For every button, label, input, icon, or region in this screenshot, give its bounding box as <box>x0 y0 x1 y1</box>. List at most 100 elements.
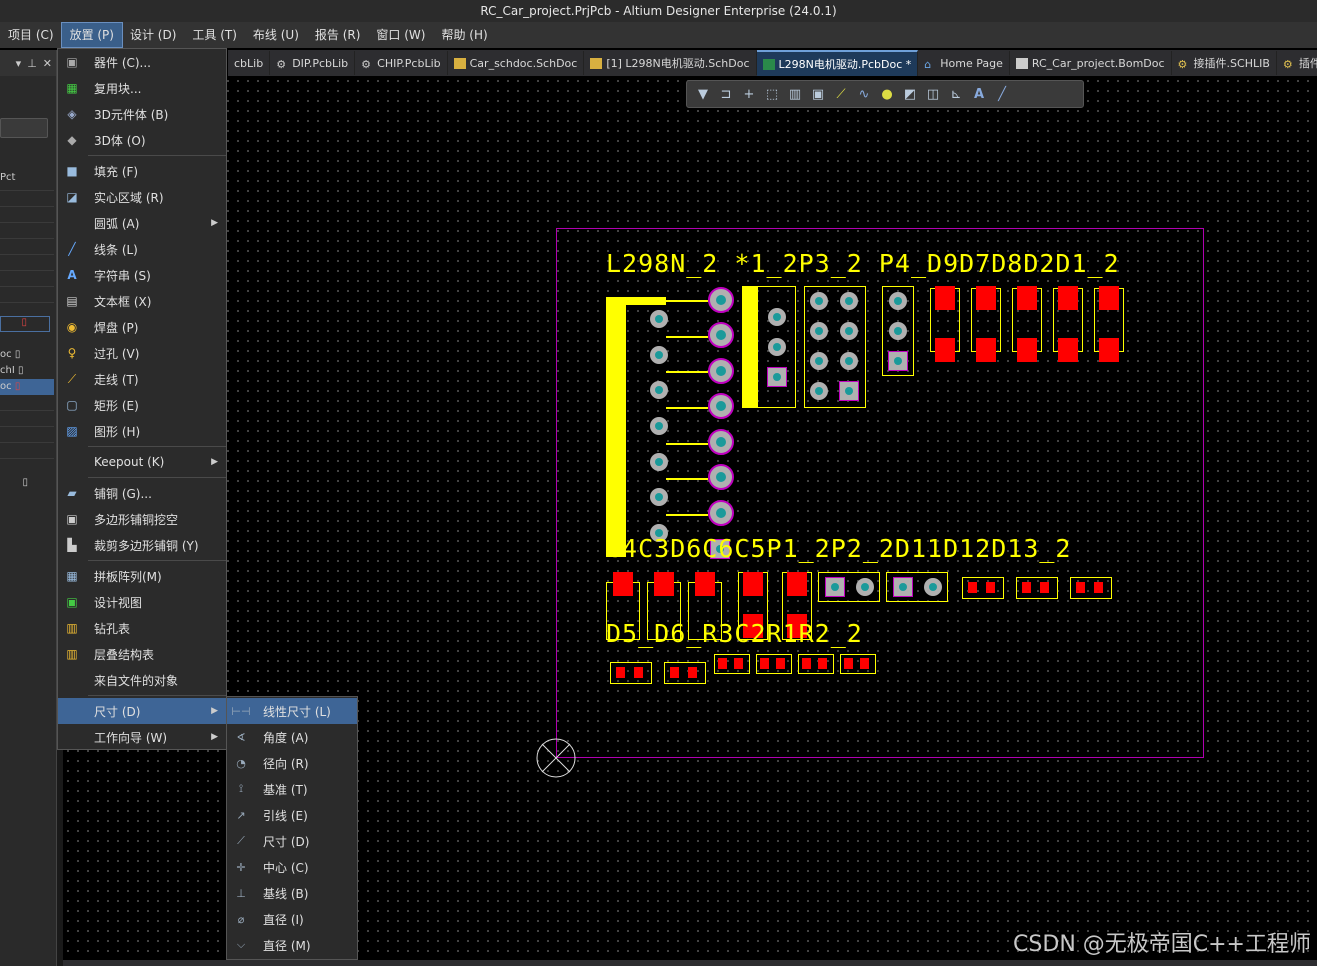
p3-pin[interactable] <box>810 292 828 310</box>
p3-pin[interactable] <box>810 352 828 370</box>
diode-pad[interactable] <box>1058 338 1078 362</box>
p1-pin-1[interactable] <box>825 577 845 597</box>
via-icon[interactable]: ● <box>877 84 897 104</box>
l298n-pin[interactable] <box>708 322 734 348</box>
diode-pad[interactable] <box>935 286 955 310</box>
diode-pad[interactable] <box>1017 338 1037 362</box>
menu-item-drill-table[interactable]: ▥ 钻孔表 <box>58 615 226 641</box>
tab-l298n-schdoc[interactable]: [1] L298N电机驱动.SchDoc <box>584 51 757 75</box>
crosshair-icon[interactable]: + <box>739 84 759 104</box>
menu-item-fill[interactable]: ■ 填充 (F) <box>58 158 226 184</box>
menu-route[interactable]: 布线 (U) <box>245 23 307 47</box>
p4-pin[interactable] <box>889 322 907 340</box>
submenu-item-radial[interactable]: ◔ 径向 (R) <box>227 750 357 776</box>
l298n-pin[interactable] <box>708 464 734 490</box>
submenu-item-datum[interactable]: ⟟ 基准 (T) <box>227 776 357 802</box>
l298n-pin[interactable] <box>708 429 734 455</box>
led-pad[interactable] <box>634 667 643 678</box>
menu-item-textbox[interactable]: ▤ 文本框 (X) <box>58 288 226 314</box>
submenu-item-baseline[interactable]: ⊥ 基线 (B) <box>227 880 357 906</box>
p3-pin[interactable] <box>840 322 858 340</box>
cap-pad[interactable] <box>743 572 763 596</box>
menu-item-3d-body[interactable]: ◆ 3D体 (O) <box>58 127 226 153</box>
diode-pad[interactable] <box>1099 286 1119 310</box>
string-icon[interactable]: A <box>969 84 989 104</box>
res-pad[interactable] <box>718 658 727 669</box>
cap-pad[interactable] <box>787 572 807 596</box>
panel-selected-file[interactable]: ▯ <box>0 316 50 332</box>
diode-pad[interactable] <box>976 286 996 310</box>
l298n-pin[interactable] <box>650 381 668 399</box>
led-pad[interactable] <box>986 582 995 593</box>
submenu-item-angular[interactable]: ∢ 角度 (A) <box>227 724 357 750</box>
panel-file-row[interactable]: ▯ <box>0 475 54 491</box>
led-pad[interactable] <box>616 667 625 678</box>
menu-item-string[interactable]: A 字符串 (S) <box>58 262 226 288</box>
dropdown-icon[interactable]: ▾ <box>16 57 22 70</box>
menu-tools[interactable]: 工具 (T) <box>184 23 245 47</box>
tab-car-schdoc[interactable]: Car_schdoc.SchDoc <box>448 51 585 75</box>
submenu-item-diameter-m[interactable]: ⌵ 直径 (M) <box>227 932 357 958</box>
place-component-icon[interactable]: ▣ <box>808 84 828 104</box>
select-connected-icon[interactable]: ⊐ <box>716 84 736 104</box>
menu-item-dimension[interactable]: 尺寸 (D) ▶ <box>58 698 226 724</box>
led-pad[interactable] <box>688 667 697 678</box>
panel-search-input[interactable] <box>0 118 48 138</box>
menu-item-graphic[interactable]: ▨ 图形 (H) <box>58 418 226 444</box>
led-pad[interactable] <box>1094 582 1103 593</box>
diode-pad[interactable] <box>1099 338 1119 362</box>
menu-item-track[interactable]: ⟋ 走线 (T) <box>58 366 226 392</box>
l298n-pin[interactable] <box>650 346 668 364</box>
menu-item-via[interactable]: ♀ 过孔 (V) <box>58 340 226 366</box>
l298n-pin[interactable] <box>708 393 734 419</box>
submenu-item-linear-dimension[interactable]: ⊢⊣ 线性尺寸 (L) <box>227 698 357 724</box>
submenu-item-leader[interactable]: ↗ 引线 (E) <box>227 802 357 828</box>
menu-item-polygon-cutout[interactable]: ▣ 多边形铺铜挖空 <box>58 506 226 532</box>
panel-file-row[interactable]: chI ▯ <box>0 363 54 379</box>
filter-icon[interactable]: ▼ <box>693 84 713 104</box>
tab-dip-pcblib[interactable]: ⚙ DIP.PcbLib <box>270 51 356 75</box>
connector-pin[interactable] <box>768 338 786 356</box>
cap-pad[interactable] <box>760 658 769 669</box>
p3-pin[interactable] <box>810 382 828 400</box>
menu-help[interactable]: 帮助 (H) <box>433 23 495 47</box>
route-icon[interactable]: ⟋ <box>831 84 851 104</box>
panel-file-row[interactable]: oc ▯ <box>0 379 54 395</box>
p4-pin[interactable] <box>889 292 907 310</box>
p3-pin[interactable] <box>840 292 858 310</box>
p2-pin[interactable] <box>924 578 942 596</box>
tab-l298n-pcbdoc[interactable]: L298N电机驱动.PcbDoc * <box>756 50 919 76</box>
menu-item-polygon-pour[interactable]: ▰ 铺铜 (G)... <box>58 480 226 506</box>
led-pad[interactable] <box>968 582 977 593</box>
res-pad[interactable] <box>818 658 827 669</box>
tab-connector-schlib[interactable]: ⚙ 接插件.SCHLIB <box>1172 51 1277 75</box>
connector-pin-1[interactable] <box>767 367 787 387</box>
l298n-pin[interactable] <box>708 500 734 526</box>
res-pad[interactable] <box>802 658 811 669</box>
menu-item-arc[interactable]: 圆弧 (A) ▶ <box>58 210 226 236</box>
p4-pin-1[interactable] <box>888 351 908 371</box>
diode-pad[interactable] <box>935 338 955 362</box>
menu-design[interactable]: 设计 (D) <box>122 23 184 47</box>
submenu-item-diameter[interactable]: ⌀ 直径 (I) <box>227 906 357 932</box>
menu-item-solid-region[interactable]: ◪ 实心区域 (R) <box>58 184 226 210</box>
diode-pad[interactable] <box>1058 286 1078 310</box>
led-pad[interactable] <box>670 667 679 678</box>
close-icon[interactable]: ✕ <box>43 57 52 70</box>
menu-item-rectangle[interactable]: ▢ 矩形 (E) <box>58 392 226 418</box>
dimension-icon[interactable]: ⊾ <box>946 84 966 104</box>
diode-pad[interactable] <box>613 572 633 596</box>
menu-project[interactable]: 项目 (C) <box>0 23 62 47</box>
menu-item-keepout[interactable]: Keepout (K) ▶ <box>58 449 226 475</box>
keepout-icon[interactable]: ◫ <box>923 84 943 104</box>
line-icon[interactable]: ╱ <box>992 84 1012 104</box>
diode-pad[interactable] <box>695 572 715 596</box>
menu-item-design-view[interactable]: ▣ 设计视图 <box>58 589 226 615</box>
res-pad[interactable] <box>860 658 869 669</box>
menu-item-object-from-file[interactable]: 来自文件的对象 <box>58 667 226 693</box>
tab-home-page[interactable]: ⌂ Home Page <box>918 51 1010 75</box>
l298n-pin[interactable] <box>650 488 668 506</box>
l298n-pin[interactable] <box>650 310 668 328</box>
diode-pad[interactable] <box>976 338 996 362</box>
l298n-body[interactable] <box>606 297 626 557</box>
